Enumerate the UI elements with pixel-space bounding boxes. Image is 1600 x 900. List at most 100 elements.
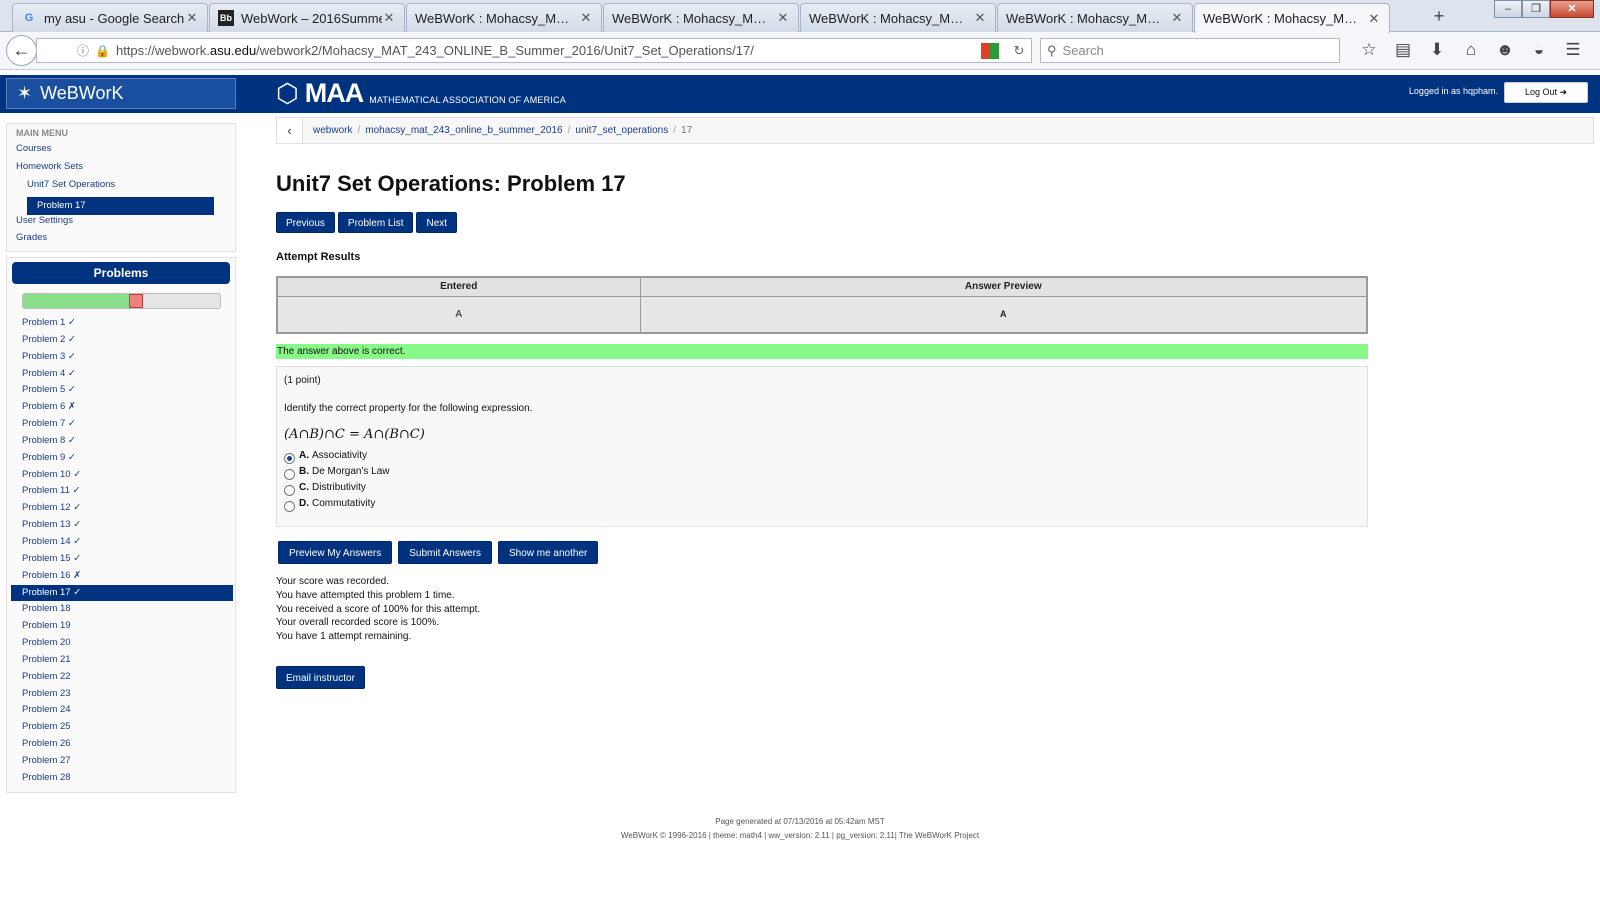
problem-list-item[interactable]: Problem 24	[7, 702, 237, 719]
page-title: Unit7 Set Operations: Problem 17	[276, 171, 626, 196]
maa-logo[interactable]: ⬡ MAA MATHEMATICAL ASSOCIATION OF AMERIC…	[276, 78, 566, 109]
problem-points: (1 point)	[284, 375, 321, 386]
menu-icon[interactable]: ☰	[1556, 40, 1590, 60]
problem-list-item[interactable]: Problem 13 ✓	[7, 517, 237, 534]
problem-body: (1 point) Identify the correct property …	[276, 366, 1368, 527]
close-tab-icon[interactable]: ✕	[1367, 11, 1381, 27]
download-icon[interactable]: ⬇	[1420, 40, 1454, 60]
problem-list-item[interactable]: Problem 25	[7, 719, 237, 736]
breadcrumb-course[interactable]: mohacsy_mat_243_online_b_summer_2016	[365, 125, 562, 136]
tab-title: WebWork – 2016Summer…	[241, 10, 382, 26]
menu-grades-link[interactable]: Grades	[16, 232, 47, 243]
option-b[interactable]: B. De Morgan's Law	[284, 466, 390, 480]
option-a[interactable]: A. Associativity	[284, 450, 367, 464]
extension-icon[interactable]	[981, 42, 999, 59]
problem-list-item[interactable]: Problem 26	[7, 736, 237, 753]
minimize-button[interactable]: ‒	[1494, 0, 1522, 18]
webwork-brand[interactable]: ✶ WeBWorK	[6, 78, 236, 109]
new-tab-button[interactable]: +	[1428, 6, 1450, 27]
answer-actions: Preview My Answers Submit Answers Show m…	[278, 541, 604, 564]
menu-current-problem[interactable]: Problem 17	[27, 197, 214, 215]
problem-list-item[interactable]: Problem 9 ✓	[7, 450, 237, 467]
problem-list-item[interactable]: Problem 15 ✓	[7, 551, 237, 568]
radio-a[interactable]	[284, 453, 295, 464]
browser-tab[interactable]: WeBWorK : Mohacsy_M… ✕	[800, 3, 996, 32]
attempt-results-heading: Attempt Results	[276, 251, 361, 263]
score-message: Your score was recorded.	[276, 576, 390, 587]
url-text[interactable]: https://webwork.asu.edu/webwork2/Mohacsy…	[116, 43, 981, 58]
browser-tab[interactable]: WeBWorK : Mohacsy_M… ✕	[603, 3, 799, 32]
menu-courses-link[interactable]: Courses	[16, 143, 51, 154]
option-c[interactable]: C. Distributivity	[284, 482, 366, 496]
radio-d[interactable]	[284, 501, 295, 512]
problem-list-item[interactable]: Problem 21	[7, 652, 237, 669]
problem-list-item[interactable]: Problem 18	[7, 601, 237, 618]
browser-tab[interactable]: Bb WebWork – 2016Summer…✕	[209, 3, 405, 32]
problem-list-item[interactable]: Problem 8 ✓	[7, 433, 237, 450]
breadcrumb-webwork[interactable]: webwork	[313, 125, 352, 136]
preview-answers-button[interactable]: Preview My Answers	[278, 541, 393, 564]
close-tab-icon[interactable]: ✕	[382, 10, 396, 26]
menu-homework-sets-link[interactable]: Homework Sets	[16, 161, 83, 172]
problem-list-item[interactable]: Problem 17 ✓	[11, 584, 233, 602]
search-input[interactable]: ⚲ Search	[1040, 38, 1340, 63]
option-d[interactable]: D. Commutativity	[284, 498, 375, 512]
page-footer: Page generated at 07/13/2016 at 05:42am …	[0, 815, 1600, 843]
breadcrumb-current: 17	[681, 125, 693, 136]
menu-user-settings-link[interactable]: User Settings	[16, 215, 73, 226]
logout-button[interactable]: Log Out ➜	[1504, 82, 1588, 103]
browser-tab[interactable]: Gmy asu - Google Search ✕	[12, 3, 208, 32]
back-arrow-icon[interactable]: ←	[6, 35, 37, 66]
problem-list-item[interactable]: Problem 7 ✓	[7, 416, 237, 433]
info-icon[interactable]: ⓘ	[77, 42, 89, 59]
close-tab-icon[interactable]: ✕	[579, 10, 593, 26]
breadcrumb-set[interactable]: unit7_set_operations	[575, 125, 668, 136]
problem-list-item[interactable]: Problem 1 ✓	[7, 315, 237, 332]
browser-tab[interactable]: WeBWorK : Mohacsy_M… ✕	[406, 3, 602, 32]
problem-list-item[interactable]: Problem 3 ✓	[7, 349, 237, 366]
close-tab-icon[interactable]: ✕	[185, 10, 199, 26]
url-bar[interactable]: ⓘ 🔒 https://webwork.asu.edu/webwork2/Moh…	[36, 38, 1032, 63]
problem-list-item[interactable]: Problem 5 ✓	[7, 382, 237, 399]
menu-set-link[interactable]: Unit7 Set Operations	[27, 179, 115, 190]
previous-button[interactable]: Previous	[276, 212, 335, 233]
close-tab-icon[interactable]: ✕	[1170, 10, 1184, 26]
browser-tab[interactable]: WeBWorK : Mohacsy_M… ✕	[1194, 3, 1390, 33]
problem-list-item[interactable]: Problem 23	[7, 686, 237, 703]
breadcrumb-back-icon[interactable]: ‹	[277, 118, 303, 143]
email-instructor-button[interactable]: Email instructor	[276, 666, 365, 689]
problem-list-item[interactable]: Problem 6 ✗	[7, 399, 237, 416]
submit-answers-button[interactable]: Submit Answers	[398, 541, 492, 564]
progress-incorrect-fill	[129, 294, 144, 308]
chat-icon[interactable]: ☻	[1488, 40, 1522, 60]
close-tab-icon[interactable]: ✕	[776, 10, 790, 26]
radio-c[interactable]	[284, 485, 295, 496]
close-window-button[interactable]: ✕	[1550, 0, 1594, 18]
pocket-icon[interactable]: ◒	[1522, 40, 1556, 60]
problem-list-item[interactable]: Problem 28	[7, 770, 237, 787]
bookmark-star-icon[interactable]: ☆	[1352, 40, 1386, 60]
problem-list-item[interactable]: Problem 20	[7, 635, 237, 652]
home-icon[interactable]: ⌂	[1454, 40, 1488, 60]
problem-list-item[interactable]: Problem 4 ✓	[7, 366, 237, 383]
close-tab-icon[interactable]: ✕	[973, 10, 987, 26]
problem-list-item[interactable]: Problem 16 ✗	[7, 568, 237, 585]
problem-list-item[interactable]: Problem 10 ✓	[7, 467, 237, 484]
show-another-button[interactable]: Show me another	[497, 541, 599, 564]
problem-list-item[interactable]: Problem 27	[7, 753, 237, 770]
problem-list-item[interactable]: Problem 14 ✓	[7, 534, 237, 551]
problem-list-item[interactable]: Problem 22	[7, 669, 237, 686]
maximize-button[interactable]: ❐	[1522, 0, 1550, 18]
problem-list-item[interactable]: Problem 19	[7, 618, 237, 635]
reload-icon[interactable]: ↻	[1007, 43, 1031, 59]
problem-list-item[interactable]: Problem 11 ✓	[7, 483, 237, 500]
radio-b[interactable]	[284, 469, 295, 480]
next-button[interactable]: Next	[416, 212, 458, 233]
column-header-entered: Entered	[276, 276, 641, 297]
problem-list-button[interactable]: Problem List	[337, 212, 414, 233]
problem-list-item[interactable]: Problem 2 ✓	[7, 332, 237, 349]
browser-tab[interactable]: WeBWorK : Mohacsy_M… ✕	[997, 3, 1193, 32]
reading-list-icon[interactable]: ▤	[1386, 40, 1420, 60]
problem-nav: Previous Problem List Next	[276, 212, 460, 233]
problem-list-item[interactable]: Problem 12 ✓	[7, 500, 237, 517]
